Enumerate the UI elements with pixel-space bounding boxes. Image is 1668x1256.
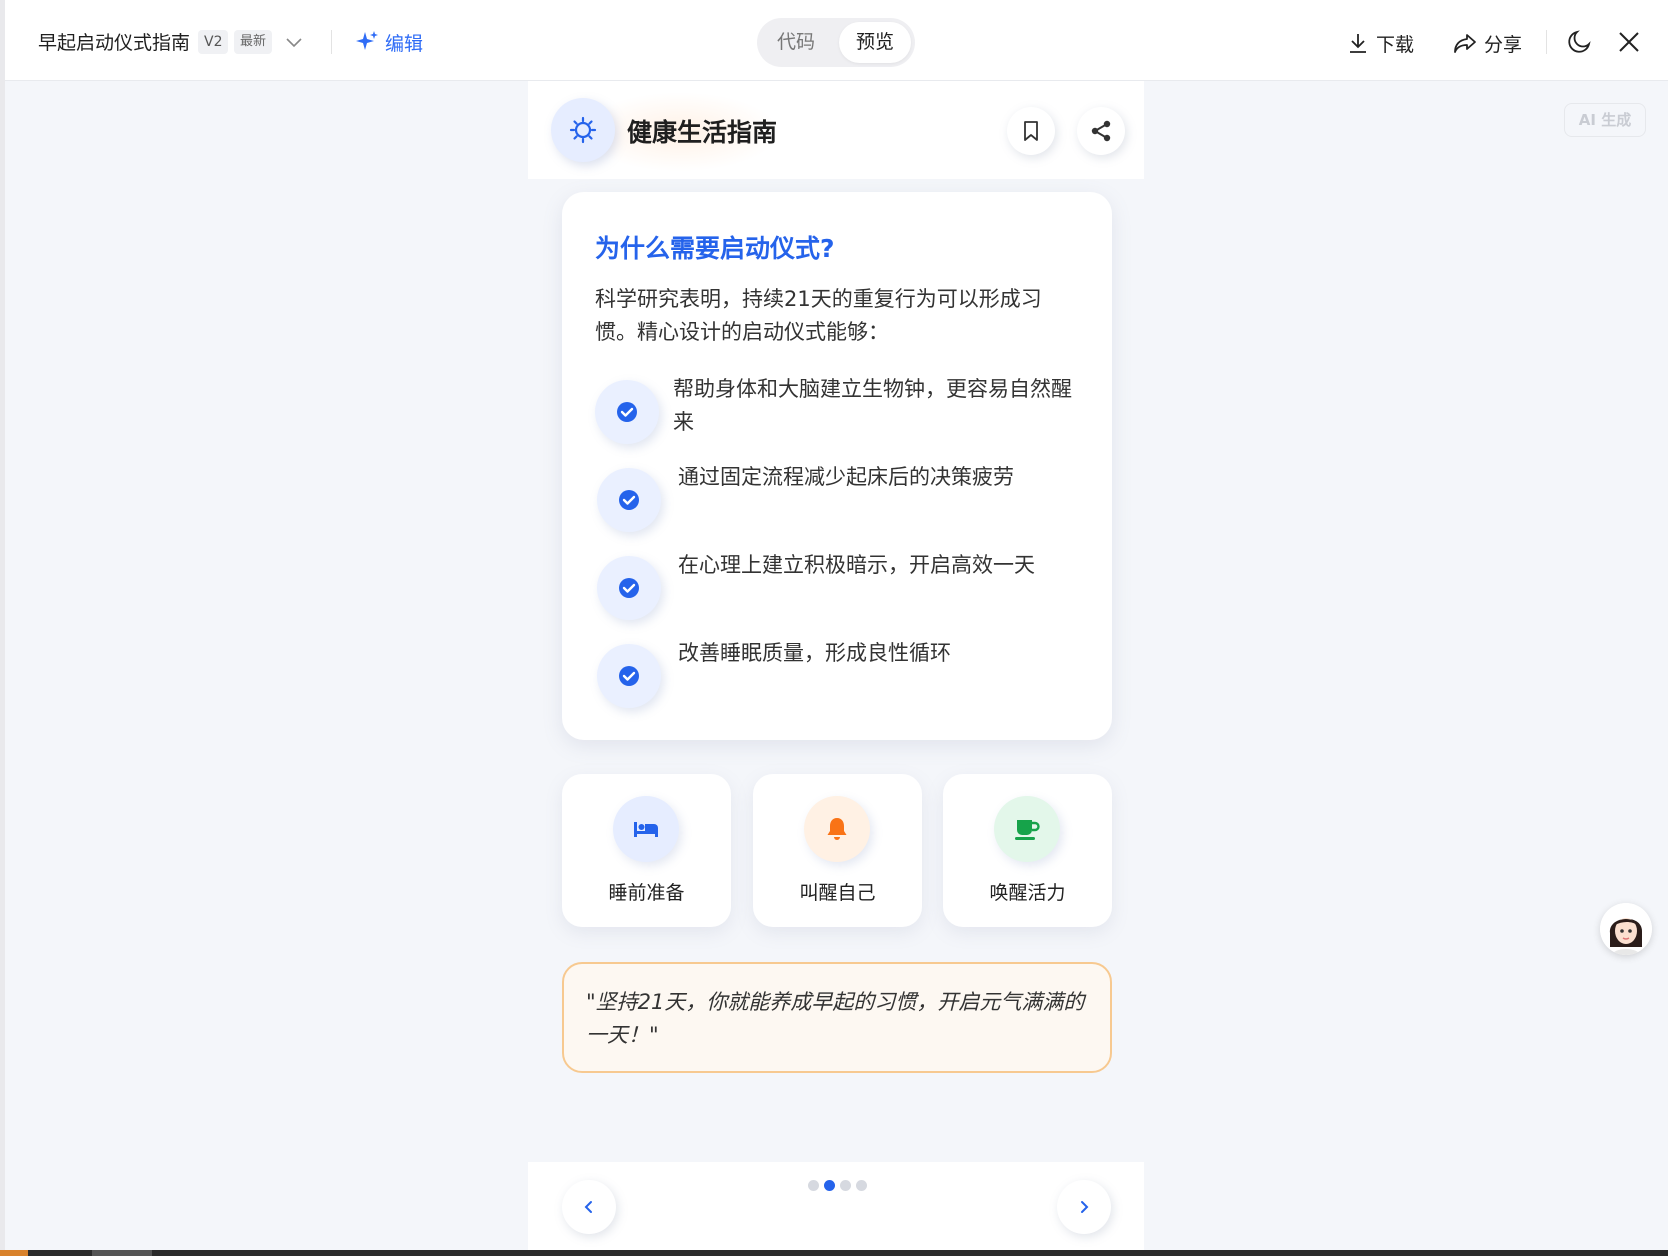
bookmark-button[interactable]	[1007, 107, 1055, 155]
document-title: 早起启动仪式指南	[38, 32, 191, 54]
action-label: 睡前准备	[608, 882, 685, 904]
close-icon[interactable]	[1616, 29, 1642, 55]
page-dot[interactable]	[808, 1180, 819, 1191]
edit-button[interactable]: 编辑	[355, 27, 423, 57]
tab-code[interactable]: 代码	[757, 18, 835, 67]
moon-icon[interactable]	[1566, 29, 1592, 55]
version-dropdown-chevron-icon[interactable]	[284, 32, 304, 52]
page-dot-active[interactable]	[824, 1180, 835, 1191]
check-icon	[597, 644, 661, 708]
why-ritual-card: 为什么需要启动仪式? 科学研究表明，持续21天的重复行为可以形成习惯。精心设计的…	[562, 192, 1112, 740]
settings-button[interactable]	[551, 98, 615, 162]
edit-label: 编辑	[385, 32, 424, 55]
share-arrow-icon	[1454, 34, 1476, 53]
action-card-wake-up[interactable]: 叫醒自己	[753, 774, 922, 927]
chevron-left-icon	[584, 1201, 592, 1213]
check-icon	[597, 468, 661, 532]
download-label: 下载	[1376, 33, 1415, 56]
coffee-icon	[994, 796, 1060, 862]
benefit-item: 在心理上建立积极暗示，开启高效一天	[678, 553, 1035, 577]
share-button[interactable]: 分享	[1452, 28, 1522, 58]
download-icon	[1350, 34, 1366, 53]
top-toolbar: 早起启动仪式指南 V2 最新 编辑 代码 预览 下载 分享	[0, 0, 1668, 1256]
bell-icon	[804, 796, 870, 862]
bookmark-icon	[1024, 121, 1038, 141]
window-frame	[0, 0, 5, 1256]
action-card-sleep-prep[interactable]: 睡前准备	[562, 774, 731, 927]
taskbar-item[interactable]	[92, 1250, 152, 1256]
page-title: 健康生活指南	[627, 118, 778, 147]
toolbar-divider	[1546, 30, 1547, 54]
toolbar-divider	[331, 30, 332, 54]
bottom-nav-bar	[528, 1162, 1144, 1256]
motivation-quote: "坚持21天，你就能养成早起的习惯，开启元气满满的一天！"	[562, 962, 1112, 1073]
check-icon	[597, 556, 661, 620]
view-mode-toggle: 代码 预览	[757, 18, 915, 67]
check-icon	[595, 380, 659, 444]
benefit-item: 通过固定流程减少起床后的决策疲劳	[678, 465, 1014, 489]
benefit-item: 改善睡眠质量，形成良性循环	[678, 641, 951, 665]
card-intro: 科学研究表明，持续21天的重复行为可以形成习惯。精心设计的启动仪式能够：	[595, 287, 1042, 344]
sun-icon	[569, 116, 597, 144]
ai-generated-badge: AI 生成	[1564, 103, 1646, 137]
action-card-energize[interactable]: 唤醒活力	[943, 774, 1112, 927]
chevron-right-icon	[1081, 1201, 1089, 1213]
tab-preview[interactable]: 预览	[839, 22, 911, 63]
assistant-avatar[interactable]	[1600, 903, 1652, 955]
version-badge: V2	[198, 30, 229, 54]
quote-text: "坚持21天，你就能养成早起的习惯，开启元气满满的一天！"	[586, 990, 1085, 1047]
prev-page-button[interactable]	[562, 1180, 616, 1234]
page-dot[interactable]	[856, 1180, 867, 1191]
sparkle-icon	[356, 31, 378, 50]
taskbar	[0, 1250, 1668, 1256]
action-label: 叫醒自己	[799, 882, 876, 904]
share-nodes-icon	[1091, 120, 1111, 142]
next-page-button[interactable]	[1057, 1180, 1111, 1234]
share-content-button[interactable]	[1077, 107, 1125, 155]
download-button[interactable]: 下载	[1346, 28, 1414, 58]
taskbar-item[interactable]	[0, 1250, 28, 1256]
latest-badge: 最新	[234, 30, 273, 54]
card-title: 为什么需要启动仪式?	[595, 234, 835, 263]
bed-icon	[613, 796, 679, 862]
action-label: 唤醒活力	[989, 882, 1066, 904]
page-dot[interactable]	[840, 1180, 851, 1191]
share-label: 分享	[1484, 33, 1523, 56]
benefit-item: 帮助身体和大脑建立生物钟，更容易自然醒来	[673, 377, 1072, 434]
